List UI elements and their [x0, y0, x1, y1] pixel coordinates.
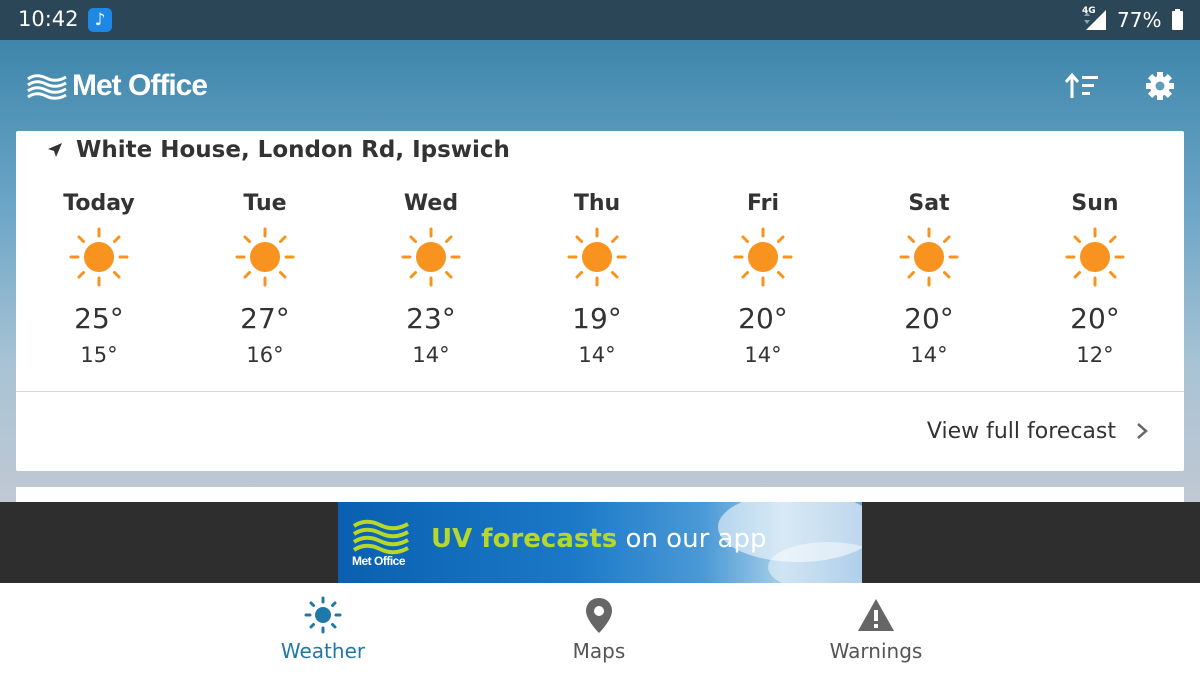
min-temp: 14°: [744, 343, 782, 367]
battery-icon: [1172, 9, 1183, 30]
day-name: Thu: [573, 191, 621, 216]
location-name: White House, London Rd, Ipswich: [76, 137, 510, 163]
day-name: Sat: [908, 191, 950, 216]
day-column[interactable]: Wed 23° 14°: [348, 189, 514, 369]
day-name: Sun: [1071, 191, 1119, 216]
min-temp: 16°: [246, 343, 284, 367]
battery-percent: 77%: [1117, 8, 1162, 32]
location-row[interactable]: White House, London Rd, Ipswich: [46, 135, 510, 165]
nav-label: Warnings: [829, 639, 923, 663]
met-office-waves-icon: [352, 519, 409, 555]
sun-icon: [401, 227, 461, 287]
day-column[interactable]: Thu 19° 14°: [514, 189, 680, 369]
nav-warnings[interactable]: Warnings: [796, 593, 956, 669]
forecast-card: White House, London Rd, Ipswich Today 25…: [16, 131, 1184, 471]
min-temp: 15°: [80, 343, 118, 367]
music-app-icon: ♪: [88, 8, 112, 32]
max-temp: 20°: [904, 302, 954, 335]
warning-icon: [858, 599, 894, 631]
map-pin-icon: [586, 598, 612, 633]
ad-strip: Met Office UV forecasts on our app: [0, 502, 1200, 583]
day-column[interactable]: Sat 20° 14°: [846, 189, 1012, 369]
day-column[interactable]: Sun 20° 12°: [1012, 189, 1178, 369]
min-temp: 14°: [412, 343, 450, 367]
nav-label: Weather: [280, 639, 366, 663]
max-temp: 27°: [240, 302, 290, 335]
bottom-nav: Weather Maps Warnings: [0, 583, 1200, 675]
max-temp: 20°: [738, 302, 788, 335]
met-office-logo: Met Office: [26, 66, 208, 106]
sun-icon: [733, 227, 793, 287]
view-full-forecast-link[interactable]: View full forecast: [927, 415, 1150, 447]
nav-label: Maps: [572, 639, 626, 663]
nav-maps[interactable]: Maps: [519, 593, 679, 669]
ad-logo-text: Met Office: [352, 554, 406, 568]
location-arrow-icon: [48, 143, 62, 157]
status-bar: 10:42 ♪ 4G 77%: [0, 0, 1200, 40]
ad-rest: on our app: [617, 524, 767, 554]
max-temp: 20°: [1070, 302, 1120, 335]
ad-highlight: UV forecasts: [431, 524, 618, 554]
network-type: 4G: [1082, 6, 1096, 16]
divider: [16, 391, 1184, 392]
sun-icon: [235, 227, 295, 287]
max-temp: 19°: [572, 302, 622, 335]
sun-icon: [567, 227, 627, 287]
day-column[interactable]: Today 25° 15°: [16, 189, 182, 369]
min-temp: 14°: [910, 343, 948, 367]
min-temp: 14°: [578, 343, 616, 367]
ad-text: UV forecasts on our app: [431, 524, 766, 554]
sun-icon: [304, 596, 342, 634]
day-name: Tue: [243, 191, 287, 216]
max-temp: 23°: [406, 302, 456, 335]
forecast-days: Today 25° 15° Tue 27° 16° Wed 23° 14° Th…: [16, 189, 1184, 389]
day-column[interactable]: Tue 27° 16°: [182, 189, 348, 369]
min-temp: 12°: [1076, 343, 1114, 367]
sun-icon: [69, 227, 129, 287]
chevron-right-icon: [1137, 423, 1148, 439]
status-time: 10:42: [18, 7, 79, 31]
sun-icon: [899, 227, 959, 287]
view-full-forecast-label: View full forecast: [926, 418, 1116, 444]
gear-icon[interactable]: [1142, 68, 1178, 104]
max-temp: 25°: [74, 302, 124, 335]
sort-icon[interactable]: [1062, 68, 1102, 104]
day-column[interactable]: Fri 20° 14°: [680, 189, 846, 369]
sun-icon: [1065, 227, 1125, 287]
logo-text: Met Office: [72, 69, 208, 102]
met-office-waves-icon: [27, 74, 67, 100]
day-name: Wed: [403, 191, 459, 216]
day-name: Today: [63, 191, 135, 216]
nav-weather[interactable]: Weather: [243, 593, 403, 669]
day-name: Fri: [746, 191, 779, 216]
ad-banner[interactable]: Met Office UV forecasts on our app: [338, 502, 862, 583]
